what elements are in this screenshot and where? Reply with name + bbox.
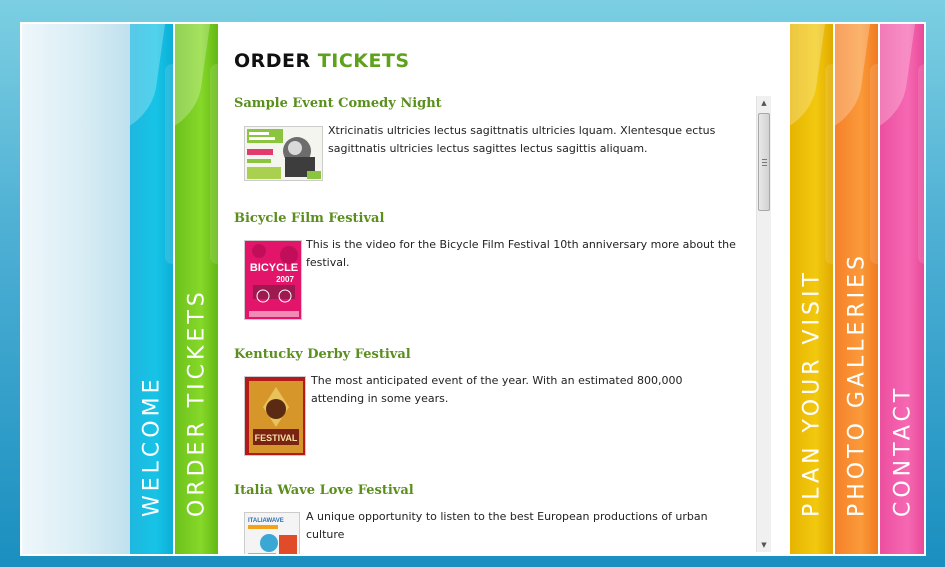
nav-tab-label: PHOTO GALLERIES	[844, 251, 869, 517]
nav-tab-photo-galleries[interactable]: PHOTO GALLERIES	[835, 24, 878, 554]
site-frame: WELCOME ORDER TICKETS ORDER TICKETS Samp…	[20, 22, 926, 556]
scrollbar-thumb[interactable]	[758, 113, 770, 211]
nav-tab-contact[interactable]: CONTACT	[880, 24, 924, 554]
nav-tab-label: CONTACT	[890, 384, 916, 517]
bicycle-poster-image[interactable]: BICYCLE 2007	[244, 240, 302, 320]
nav-tab-label: PLAN YOUR VISIT	[799, 269, 824, 517]
tab-gloss	[790, 24, 827, 134]
event-description: A unique opportunity to listen to the be…	[306, 510, 708, 541]
poster-text: FESTIVAL	[255, 433, 298, 443]
event-description: Xtricinatis ultricies lectus sagittnatis…	[328, 124, 716, 155]
grip-line	[762, 165, 767, 166]
page-title-accent-word: TICKETS	[317, 50, 410, 72]
event-item: Sample Event Comedy Night Xtricinatis ul…	[234, 96, 740, 181]
grip-line	[762, 162, 767, 163]
poster-text: ITALIAWAVE	[248, 518, 284, 524]
tab-gloss	[825, 64, 833, 264]
poster-text: BICYCLE	[250, 262, 298, 274]
tab-gloss	[175, 24, 212, 134]
comedy-poster-image[interactable]	[244, 126, 323, 181]
event-title[interactable]: Italia Wave Love Festival	[234, 483, 740, 498]
nav-tab-label: WELCOME	[139, 375, 164, 517]
tab-gloss	[165, 64, 173, 264]
tab-gloss	[880, 24, 917, 134]
grip-line	[762, 159, 767, 160]
derby-poster-image[interactable]: FESTIVAL	[244, 376, 306, 456]
main-content: ORDER TICKETS Sample Event Comedy Night	[218, 24, 790, 554]
event-description: The most anticipated event of the year. …	[311, 374, 683, 405]
nav-tab-plan-your-visit[interactable]: PLAN YOUR VISIT	[790, 24, 833, 554]
left-decorative-panel	[22, 24, 130, 554]
event-list[interactable]: Sample Event Comedy Night Xtricinatis ul…	[234, 96, 740, 554]
event-description: This is the video for the Bicycle Film F…	[306, 238, 736, 269]
scroll-up-arrow-icon[interactable]: ▲	[757, 96, 771, 110]
tab-gloss	[835, 24, 872, 134]
nav-tab-welcome[interactable]: WELCOME	[130, 24, 173, 554]
tab-gloss	[918, 64, 924, 264]
page-title-word: ORDER	[234, 50, 311, 72]
scroll-down-arrow-icon[interactable]: ▼	[757, 538, 771, 552]
tab-gloss	[870, 64, 878, 264]
page-title: ORDER TICKETS	[234, 50, 410, 72]
nav-tab-order-tickets[interactable]: ORDER TICKETS	[175, 24, 218, 554]
poster-year: 2007	[276, 275, 294, 284]
event-item: Kentucky Derby Festival FESTIVAL The mos…	[234, 347, 740, 456]
event-title[interactable]: Sample Event Comedy Night	[234, 96, 740, 111]
event-title[interactable]: Bicycle Film Festival	[234, 211, 740, 226]
event-item: Bicycle Film Festival BICYCLE 2007 This …	[234, 211, 740, 320]
event-title[interactable]: Kentucky Derby Festival	[234, 347, 740, 362]
event-item: Italia Wave Love Festival ITALIAWAVE A u…	[234, 483, 740, 554]
nav-tab-label: ORDER TICKETS	[184, 288, 209, 517]
italia-wave-poster-image[interactable]: ITALIAWAVE	[244, 512, 300, 554]
event-list-scrollbar[interactable]: ▲ ▼	[756, 96, 771, 552]
tab-gloss	[130, 24, 167, 134]
tab-gloss	[210, 64, 218, 264]
